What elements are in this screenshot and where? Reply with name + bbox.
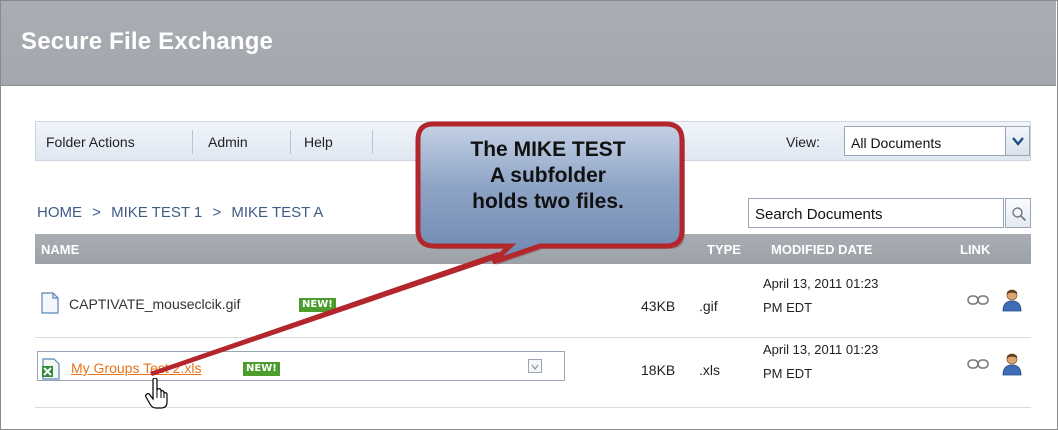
callout-text: The MIKE TEST A subfolder holds two file…	[423, 137, 673, 215]
callout-pointer-line	[150, 252, 505, 376]
callout-line: holds two files.	[472, 190, 624, 213]
hand-cursor-icon	[145, 378, 168, 409]
callout-annotation	[150, 121, 685, 376]
callout-line: The MIKE TEST	[470, 138, 626, 161]
callout-line: A subfolder	[490, 164, 606, 187]
